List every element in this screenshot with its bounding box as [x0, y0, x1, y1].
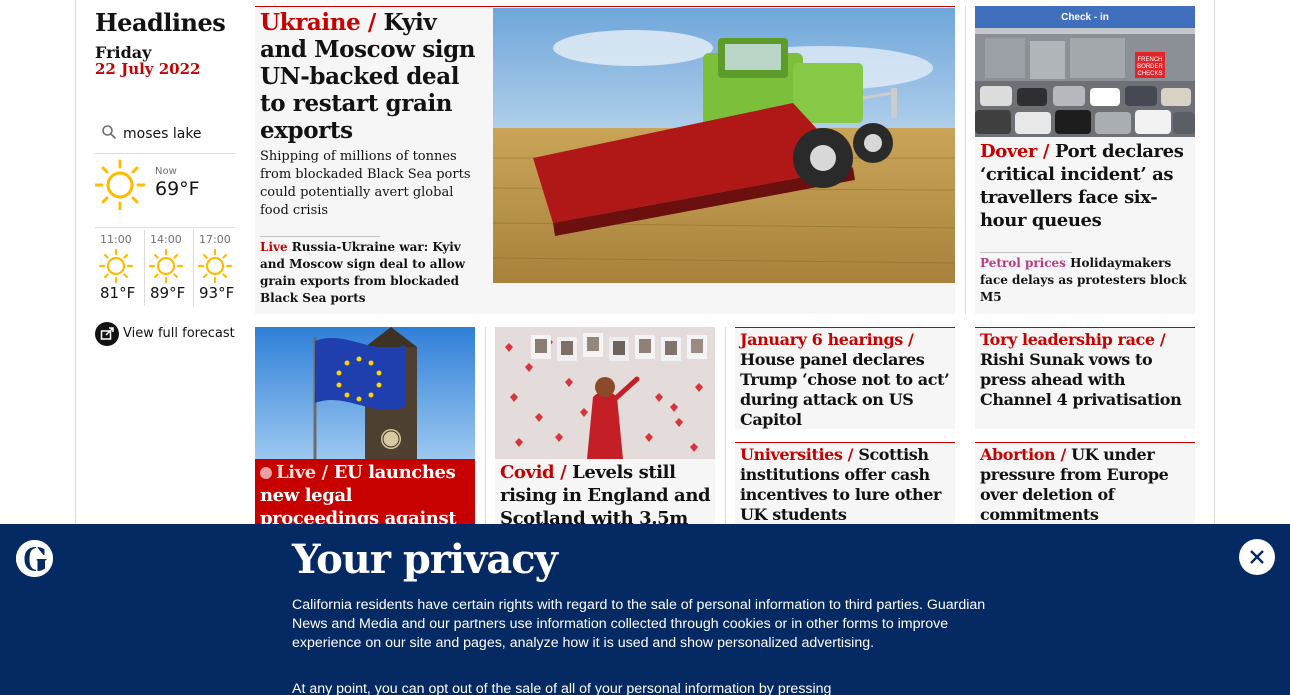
- abortion-story-card[interactable]: Abortion / UK under pressure from Europe…: [975, 442, 1195, 532]
- harvester-image[interactable]: [493, 8, 955, 283]
- main-story-standfirst: Shipping of millions of tonnes from bloc…: [260, 149, 471, 218]
- forecast-item: 14:00 89°F: [144, 230, 193, 306]
- view-full-forecast-link[interactable]: View full forecast: [95, 322, 240, 346]
- main-story-kicker: Ukraine /: [260, 9, 376, 36]
- forecast-item: 11:00 81°F: [95, 230, 144, 306]
- now-temperature: 69°F: [155, 178, 200, 200]
- dover-story-kicker: Dover /: [980, 141, 1050, 162]
- jan6-story-title[interactable]: House panel declares Trump ‘chose not to…: [740, 350, 950, 429]
- forecast-time: 14:00: [150, 233, 182, 246]
- section-title: Headlines: [95, 8, 226, 37]
- abortion-story-headline[interactable]: Abortion / UK under pressure from Europe…: [980, 445, 1192, 525]
- divider: [260, 236, 380, 237]
- search-icon: [102, 125, 117, 140]
- abortion-story-kicker: Abortion /: [980, 445, 1066, 464]
- sun-icon: [197, 248, 233, 284]
- forecast-temp: 81°F: [100, 284, 136, 302]
- main-story-headline[interactable]: Ukraine / Kyiv and Moscow sign UN-backed…: [260, 9, 488, 144]
- checkin-sign-text: Check - in: [1061, 12, 1109, 23]
- column-separator: [965, 6, 966, 314]
- border-sign-text: FRENCH: [1138, 57, 1163, 63]
- covid-memorial-wall-image[interactable]: [495, 327, 715, 459]
- location-input[interactable]: moses lake: [123, 126, 202, 142]
- weather-now: Now 69°F: [95, 156, 235, 228]
- column-separator: [725, 327, 726, 527]
- jan6-story-card[interactable]: January 6 hearings / House panel declares…: [735, 327, 955, 429]
- tory-story-title[interactable]: Rishi Sunak vows to press ahead with Cha…: [980, 350, 1182, 409]
- eu-flag-big-ben-image[interactable]: [255, 327, 475, 459]
- universities-story-kicker: Universities /: [740, 445, 854, 464]
- column-separator: [485, 327, 486, 527]
- dover-queue-image[interactable]: Check - in FRENCH BORDER CHECKS: [975, 6, 1195, 137]
- forecast-item: 17:00 93°F: [193, 230, 242, 306]
- forecast-temp: 93°F: [199, 284, 235, 302]
- eu-story-kicker: Live /: [276, 462, 328, 483]
- privacy-banner: Your privacy California residents have c…: [0, 524, 1290, 695]
- now-label: Now: [155, 166, 177, 177]
- divider: [980, 252, 1072, 253]
- privacy-text: California residents have certain rights…: [292, 597, 986, 651]
- tory-story-card[interactable]: Tory leadership race / Rishi Sunak vows t…: [975, 327, 1195, 429]
- sun-icon: [148, 248, 184, 284]
- tory-story-kicker: Tory leadership race /: [980, 330, 1166, 349]
- sun-icon: [98, 248, 134, 284]
- sun-icon: [95, 159, 146, 210]
- privacy-text-optout: At any point, you can opt out of the sal…: [292, 681, 832, 695]
- dover-story-sublink[interactable]: Petrol prices Holidaymakers face delays …: [980, 255, 1192, 306]
- svg-text:BORDER: BORDER: [1137, 64, 1163, 70]
- external-link-icon: [95, 322, 119, 346]
- universities-story-card[interactable]: Universities / Scottish institutions off…: [735, 442, 955, 532]
- privacy-title: Your privacy: [292, 536, 558, 583]
- universities-story-headline[interactable]: Universities / Scottish institutions off…: [740, 445, 952, 525]
- guardian-logo-icon: [16, 540, 53, 577]
- covid-story-headline[interactable]: Covid / Levels still rising in England a…: [500, 461, 712, 530]
- hourly-forecast: 11:00 81°F 14:00 89°F 17:00 93°F: [95, 230, 240, 306]
- sublink-kicker: Live: [260, 240, 288, 254]
- forecast-time: 17:00: [199, 233, 231, 246]
- sublink-text[interactable]: Russia-Ukraine war: Kyiv and Moscow sign…: [260, 240, 465, 305]
- main-story-card[interactable]: Ukraine / Kyiv and Moscow sign UN-backed…: [255, 6, 955, 314]
- eu-story-card[interactable]: Live / EU launches new legal proceedings…: [255, 327, 475, 552]
- jan6-story-headline[interactable]: January 6 hearings / House panel declares…: [740, 330, 952, 430]
- date-label: 22 July 2022: [95, 60, 201, 78]
- live-pulse-icon: [260, 467, 272, 479]
- svg-text:CHECKS: CHECKS: [1137, 71, 1162, 77]
- covid-story-kicker: Covid /: [500, 462, 567, 483]
- main-story-sublink[interactable]: Live Russia-Ukraine war: Kyiv and Moscow…: [260, 239, 482, 307]
- sublink-kicker: Petrol prices: [980, 256, 1066, 270]
- forecast-time: 11:00: [100, 233, 132, 246]
- jan6-story-kicker: January 6 hearings /: [740, 330, 914, 349]
- close-icon: [1250, 550, 1264, 564]
- forecast-temp: 89°F: [150, 284, 186, 302]
- close-button[interactable]: [1239, 539, 1275, 575]
- weather-location-search[interactable]: moses lake: [95, 118, 235, 154]
- tory-story-headline[interactable]: Tory leadership race / Rishi Sunak vows t…: [980, 330, 1192, 410]
- dover-story-headline[interactable]: Dover / Port declares ‘critical incident…: [980, 140, 1192, 232]
- view-full-forecast-label[interactable]: View full forecast: [123, 326, 235, 341]
- dover-story-card[interactable]: Check - in FRENCH BORDER CHECKS Dover / …: [975, 6, 1195, 314]
- covid-story-card[interactable]: Covid / Levels still rising in England a…: [495, 327, 715, 530]
